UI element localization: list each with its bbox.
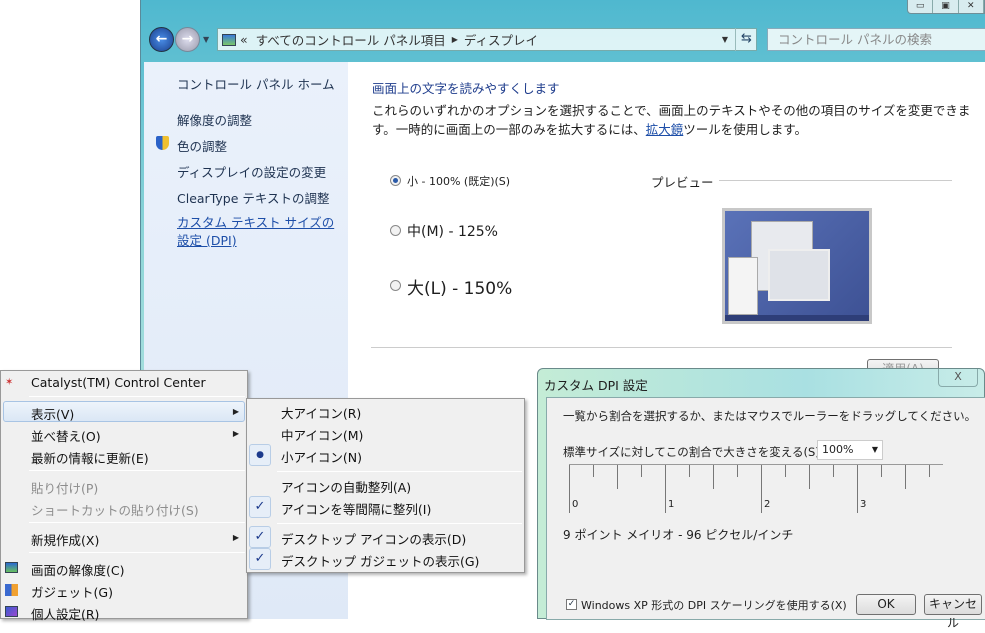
sidebar-item-cleartype[interactable]: ClearType テキストの調整 (177, 188, 330, 207)
checkmark-icon: ✓ (249, 526, 271, 548)
option-small-label[interactable]: 小 - 100% (既定)(S) (407, 173, 510, 189)
submenu-large-icons[interactable]: 大アイコン(R) (281, 403, 361, 422)
menu-item-gadgets[interactable]: ガジェット(G) (31, 582, 113, 601)
dialog-close-button[interactable]: X (938, 369, 978, 387)
personalize-icon (5, 606, 18, 617)
description-text-end: ツールを使用します。 (683, 122, 808, 137)
description-line2: す。一時的に画面上の一部のみを拡大するには、拡大鏡ツールを使用します。 (372, 119, 807, 138)
dialog-body: 一覧から割合を選択するか、またはマウスでルーラーをドラッグしてください。 標準サ… (546, 397, 985, 630)
recent-pages-dropdown[interactable]: ▼ (203, 35, 209, 44)
ruler-label-1: 1 (668, 499, 675, 510)
submenu-arrow-icon: ▶ (232, 429, 239, 438)
menu-separator (277, 471, 522, 472)
xp-scaling-checkbox[interactable]: ✓ (566, 599, 577, 610)
menu-item-sort[interactable]: 並べ替え(O) (31, 426, 101, 445)
instruction-text: 一覧から割合を選択するか、またはマウスでルーラーをドラッグしてください。 (563, 409, 977, 423)
minimize-button[interactable]: ▭ (908, 0, 934, 13)
description-text: す。一時的に画面上の一部のみを拡大するには、 (372, 122, 646, 137)
gadget-icon (5, 584, 18, 596)
window-controls: ▭ ▣ ✕ (907, 0, 985, 14)
catalyst-icon: ✶ (5, 377, 14, 388)
sidebar-item-color[interactable]: 色の調整 (177, 136, 227, 155)
menu-item-personalize[interactable]: 個人設定(R) (31, 604, 99, 623)
shield-icon (156, 136, 169, 150)
custom-dpi-dialog: カスタム DPI 設定 X 一覧から割合を選択するか、またはマウスでルーラーをド… (537, 368, 985, 630)
menu-item-paste[interactable]: 貼り付け(P) (31, 478, 98, 497)
ruler-label-3: 3 (860, 499, 867, 510)
preview-label: プレビュー (651, 175, 714, 190)
address-bar[interactable]: « すべてのコントロール パネル項目 ▶ ディスプレイ ▼ (217, 28, 757, 51)
submenu-show-desktop-icons[interactable]: デスクトップ アイコンの表示(D) (281, 529, 466, 548)
desktop-context-menu: ✶ Catalyst(TM) Control Center 表示(V) ▶ 並べ… (0, 370, 248, 622)
sidebar-item-resolution[interactable]: 解像度の調整 (177, 110, 252, 129)
selected-bullet-icon: ● (249, 444, 271, 466)
checkmark-icon: ✓ (249, 548, 271, 570)
menu-item-refresh[interactable]: 最新の情報に更新(E) (31, 448, 149, 467)
nav-buttons: ← → ▼ (149, 26, 209, 54)
root-chevron[interactable]: « (240, 32, 248, 47)
submenu-auto-arrange[interactable]: アイコンの自動整列(A) (281, 477, 411, 496)
menu-item-paste-shortcut[interactable]: ショートカットの貼り付け(S) (31, 500, 199, 519)
chevron-down-icon: ▼ (871, 445, 878, 454)
dialog-title: カスタム DPI 設定 (544, 378, 648, 393)
submenu-arrow-icon: ▶ (232, 533, 239, 542)
page-title: 画面上の文字を読みやすくします (372, 81, 560, 96)
address-dropdown-icon[interactable]: ▼ (722, 35, 728, 44)
forward-button[interactable]: → (175, 27, 200, 52)
back-button[interactable]: ← (149, 27, 174, 52)
menu-item-catalyst[interactable]: Catalyst(TM) Control Center (31, 375, 206, 390)
close-button[interactable]: ✕ (959, 0, 984, 13)
ruler-label-2: 2 (764, 499, 771, 510)
bottom-divider (371, 347, 952, 348)
menu-separator (29, 522, 245, 523)
menu-item-screen-resolution[interactable]: 画面の解像度(C) (31, 560, 124, 579)
magnifier-link[interactable]: 拡大鏡 (646, 122, 684, 137)
radio-medium[interactable] (390, 225, 401, 236)
view-submenu: 大アイコン(R) 中アイコン(M) ● 小アイコン(N) アイコンの自動整列(A… (246, 398, 525, 573)
scale-value: 100% (822, 443, 854, 456)
menu-item-new[interactable]: 新規作成(X) (31, 530, 99, 549)
ruler-label-0: 0 (572, 499, 579, 510)
breadcrumb-all-items[interactable]: すべてのコントロール パネル項目 (256, 30, 446, 49)
ruler[interactable]: 0 1 2 3 (569, 464, 943, 513)
menu-separator (29, 396, 245, 397)
breadcrumb-separator-icon[interactable]: ▶ (452, 35, 458, 44)
sidebar-item-display-settings[interactable]: ディスプレイの設定の変更 (177, 162, 326, 181)
search-input[interactable]: コントロール パネルの検索 (767, 28, 985, 51)
description-line1: これらのいずれかのオプションを選択することで、画面上のテキストやその他の項目のサ… (372, 103, 971, 118)
menu-separator (29, 552, 245, 553)
submenu-small-icons[interactable]: 小アイコン(N) (281, 447, 362, 466)
menu-separator (277, 523, 522, 524)
submenu-medium-icons[interactable]: 中アイコン(M) (281, 425, 363, 444)
font-info-text: 9 ポイント メイリオ - 96 ピクセル/インチ (563, 528, 794, 542)
maximize-button[interactable]: ▣ (933, 0, 959, 13)
scale-label: 標準サイズに対してこの割合で大きさを変える(S): (563, 445, 824, 459)
submenu-arrow-icon: ▶ (232, 407, 239, 416)
radio-large[interactable] (390, 280, 401, 291)
preview-image (722, 208, 872, 324)
radio-small[interactable] (390, 175, 401, 186)
sidebar-home-link[interactable]: コントロール パネル ホーム (177, 74, 335, 93)
option-medium-label[interactable]: 中(M) - 125% (407, 221, 498, 241)
menu-item-view[interactable]: 表示(V) (31, 404, 74, 423)
xp-scaling-label[interactable]: Windows XP 形式の DPI スケーリングを使用する(X) (581, 597, 847, 613)
menu-separator (29, 470, 245, 471)
scale-dropdown[interactable]: 100% ▼ (817, 440, 883, 460)
refresh-icon[interactable]: ⇆ (735, 28, 757, 51)
cancel-button[interactable]: キャンセル (924, 594, 982, 630)
preview-divider (719, 180, 952, 181)
checkmark-icon: ✓ (249, 496, 271, 518)
ok-button[interactable]: OK (856, 594, 916, 615)
breadcrumb-display[interactable]: ディスプレイ (464, 30, 538, 49)
submenu-show-gadgets[interactable]: デスクトップ ガジェットの表示(G) (281, 551, 479, 570)
sidebar-item-custom-dpi[interactable]: カスタム テキスト サイズの設定 (DPI) (177, 214, 345, 250)
option-large-label[interactable]: 大(L) - 150% (407, 274, 512, 299)
screen-resolution-icon (5, 562, 18, 573)
control-panel-icon (222, 33, 236, 46)
submenu-align-grid[interactable]: アイコンを等間隔に整列(I) (281, 499, 431, 518)
